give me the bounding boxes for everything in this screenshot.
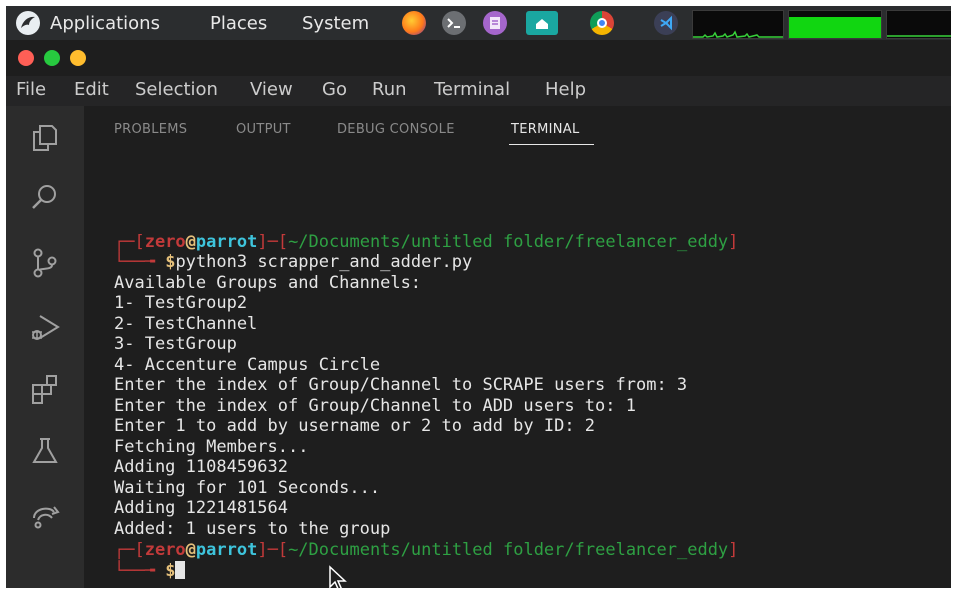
text-editor-icon[interactable]	[483, 11, 507, 35]
prompt-line: ┌─[zero@parrot]─[~/Documents/untitled fo…	[114, 540, 739, 560]
active-tab-indicator	[509, 144, 594, 145]
terminal-output-line: Enter 1 to add by username or 2 to add b…	[114, 416, 596, 436]
run-debug-icon[interactable]	[28, 310, 62, 344]
menu-edit[interactable]: Edit	[74, 79, 109, 100]
terminal-output-line: Enter the index of Group/Channel to ADD …	[114, 396, 636, 416]
parrot-logo-icon[interactable]	[16, 11, 40, 35]
cpu-monitor-graph	[692, 10, 784, 39]
close-button[interactable]	[18, 50, 34, 66]
command-input-line[interactable]: └──╼ $	[114, 561, 186, 581]
terminal-panel: PROBLEMS OUTPUT DEBUG CONSOLE TERMINAL ┌…	[84, 106, 951, 588]
firefox-icon[interactable]	[402, 11, 426, 35]
file-manager-icon[interactable]	[526, 11, 558, 35]
menu-bar: File Edit Selection View Go Run Terminal…	[6, 76, 951, 106]
mouse-pointer-icon	[329, 565, 347, 588]
terminal-output-line: Fetching Members...	[114, 437, 309, 457]
maximize-button[interactable]	[44, 50, 60, 66]
applications-menu[interactable]: Applications	[50, 13, 160, 34]
search-icon[interactable]	[28, 180, 62, 214]
menu-file[interactable]: File	[16, 79, 46, 100]
terminal-output-line: Adding 1108459632	[114, 457, 288, 477]
remote-icon[interactable]	[28, 498, 62, 532]
terminal-output-line: 2- TestChannel	[114, 314, 258, 334]
memory-monitor-graph	[788, 10, 882, 39]
activity-bar	[6, 106, 84, 588]
menu-view[interactable]: View	[250, 79, 293, 100]
menu-help[interactable]: Help	[545, 79, 586, 100]
command-line: └──╼ $python3 scrapper_and_adder.py	[114, 252, 473, 272]
menu-run[interactable]: Run	[372, 79, 407, 100]
terminal-output-line: 4- Accenture Campus Circle	[114, 355, 381, 375]
extensions-icon[interactable]	[28, 372, 62, 406]
menu-selection[interactable]: Selection	[135, 79, 218, 100]
text-cursor	[175, 561, 186, 579]
terminal-output-line: Available Groups and Channels:	[114, 273, 422, 293]
terminal-output-line: Added: 1 users to the group	[114, 519, 391, 539]
minimize-button[interactable]	[70, 50, 86, 66]
screen: Applications Places System File Edit Sel…	[6, 6, 951, 588]
source-control-icon[interactable]	[28, 246, 62, 280]
terminal-output-line: Enter the index of Group/Channel to SCRA…	[114, 375, 688, 395]
tab-terminal[interactable]: TERMINAL	[511, 122, 580, 137]
tab-output[interactable]: OUTPUT	[236, 122, 291, 137]
terminal-output-line: 3- TestGroup	[114, 334, 237, 354]
chrome-icon[interactable]	[590, 11, 614, 35]
prompt-line: ┌─[zero@parrot]─[~/Documents/untitled fo…	[114, 232, 739, 252]
places-menu[interactable]: Places	[210, 13, 267, 34]
terminal-output-line: Waiting for 101 Seconds...	[114, 478, 381, 498]
menu-terminal[interactable]: Terminal	[434, 79, 510, 100]
tab-problems[interactable]: PROBLEMS	[114, 122, 187, 137]
system-menu[interactable]: System	[302, 13, 369, 34]
terminal-icon[interactable]	[442, 11, 466, 35]
menu-go[interactable]: Go	[322, 79, 347, 100]
tab-debug-console[interactable]: DEBUG CONSOLE	[337, 122, 455, 137]
terminal-output-line: 1- TestGroup2	[114, 293, 248, 313]
system-panel: Applications Places System	[6, 6, 951, 40]
explorer-icon[interactable]	[28, 120, 62, 154]
vscode-icon[interactable]	[654, 11, 678, 35]
terminal-output-line: Adding 1221481564	[114, 498, 288, 518]
network-monitor-graph	[886, 10, 951, 39]
command-text: python3 scrapper_and_adder.py	[175, 252, 473, 272]
testing-icon[interactable]	[28, 434, 62, 468]
